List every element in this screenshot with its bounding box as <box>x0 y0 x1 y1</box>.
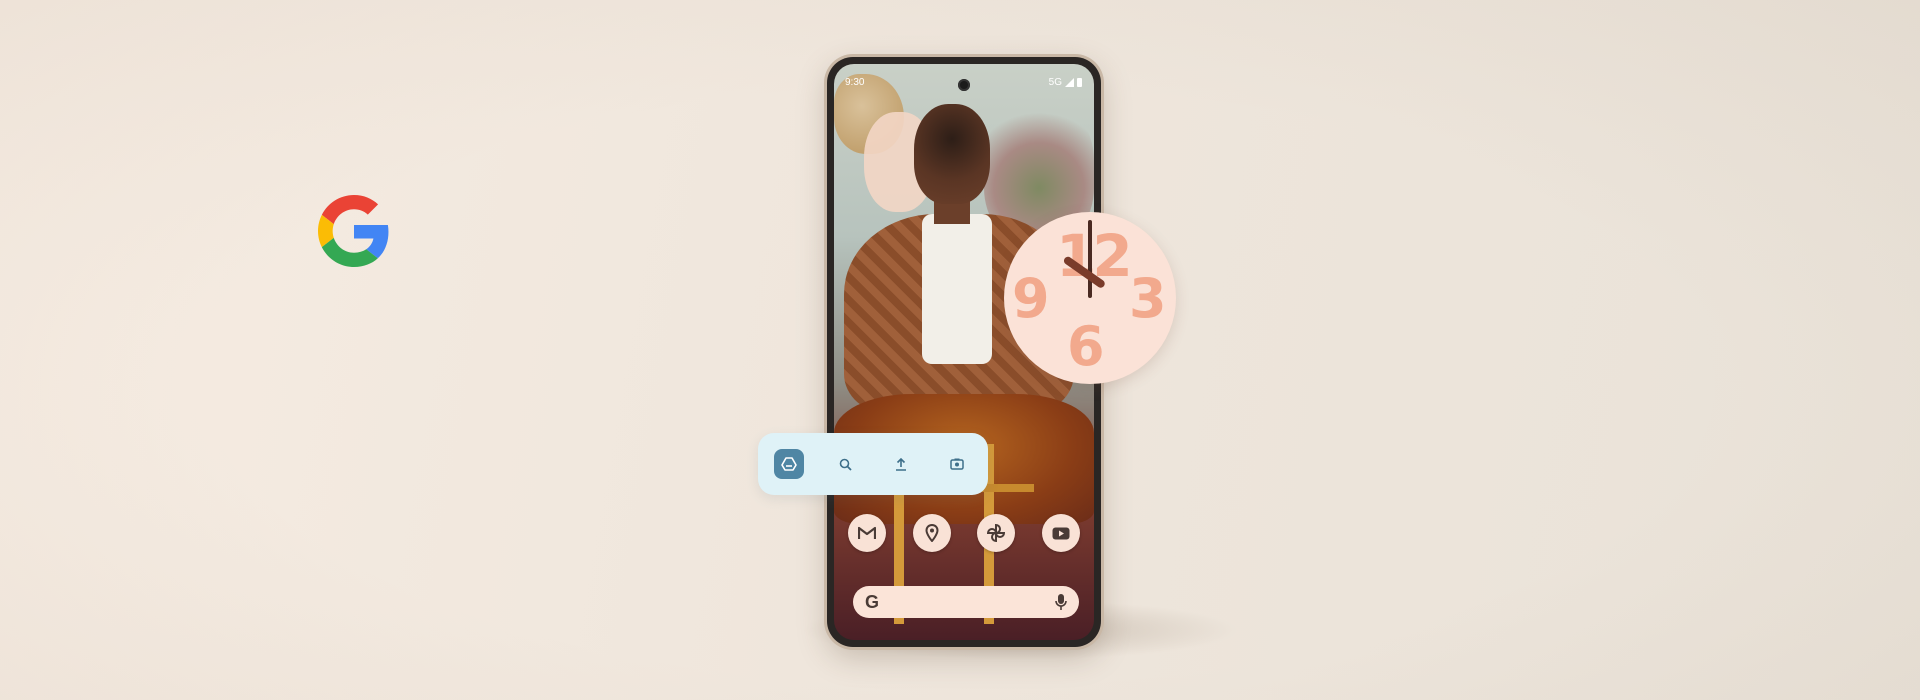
drive-button[interactable] <box>774 449 804 479</box>
battery-icon <box>1077 78 1082 87</box>
youtube-icon[interactable] <box>1041 514 1080 552</box>
search-button[interactable] <box>830 449 860 479</box>
camera-scan-button[interactable] <box>942 449 972 479</box>
quick-actions-toolbar <box>758 433 988 495</box>
network-label: 5G <box>1048 77 1062 88</box>
signal-icon <box>1065 78 1074 87</box>
upload-icon <box>896 457 906 471</box>
google-g-logo-icon <box>318 195 389 267</box>
clock-minute-hand <box>1088 220 1092 298</box>
status-right: 5G <box>1049 77 1082 88</box>
camera-scan-icon <box>950 458 964 470</box>
upload-button[interactable] <box>886 449 916 479</box>
app-dock <box>848 514 1080 554</box>
clock-number-9: 9 <box>1012 267 1050 330</box>
search-icon <box>839 458 852 471</box>
maps-icon[interactable] <box>912 514 951 552</box>
pinwheel-icon[interactable] <box>977 514 1016 552</box>
google-g-icon: G <box>865 591 880 612</box>
status-time: 9:30 <box>845 77 865 88</box>
wallpaper-person-head <box>914 104 990 204</box>
google-search-bar[interactable]: G <box>853 586 1079 618</box>
clock-number-6: 6 <box>1067 315 1105 378</box>
microphone-icon[interactable] <box>1055 593 1067 611</box>
gmail-icon[interactable] <box>848 514 886 552</box>
front-camera <box>958 79 970 91</box>
drive-icon <box>781 457 797 471</box>
wallpaper-shirt <box>922 214 992 364</box>
clock-widget: 12 3 6 9 <box>1004 212 1176 384</box>
clock-number-3: 3 <box>1129 267 1167 330</box>
